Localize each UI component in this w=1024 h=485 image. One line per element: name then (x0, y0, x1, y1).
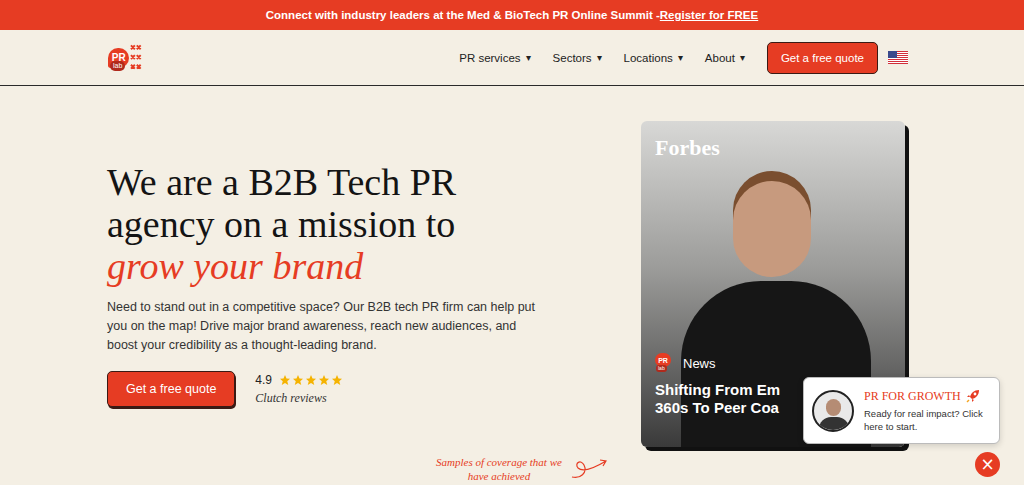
rating-source: Clutch reviews (255, 391, 343, 406)
banner-text: Connect with industry leaders at the Med… (266, 9, 660, 21)
star-icon (279, 374, 291, 386)
headline-highlight: grow your brand (107, 245, 567, 287)
hero-quote-button[interactable]: Get a free quote (107, 371, 235, 407)
chat-message: Ready for real impact? Click here to sta… (864, 407, 991, 433)
caret-icon: ▾ (526, 52, 531, 63)
nav-item[interactable]: Locations▾ (624, 52, 683, 64)
card-tag: PRlabNews (655, 353, 891, 373)
hero-headline: We are a B2B Tech PRagency on a mission … (107, 161, 567, 287)
navbar: PRlab PR services▾ Sectors▾ Locations▾ About… (0, 30, 1024, 86)
crosses-icon (130, 44, 142, 72)
page: Connect with industry leaders at the Med… (0, 0, 1024, 485)
coverage-caption: Samples of coverage that wehave achieved (0, 447, 1024, 483)
chat-title: PR FOR GROWTH (864, 388, 991, 404)
nav-item[interactable]: Sectors▾ (553, 52, 602, 64)
rating-score: 4.9 (255, 373, 272, 387)
logo-sub: lab (110, 61, 125, 71)
register-link[interactable]: Register for FREE (660, 9, 758, 21)
logo[interactable]: PRlab (108, 42, 142, 74)
avatar (812, 390, 854, 432)
rating[interactable]: 4.9 Clutch reviews (255, 373, 343, 406)
outlet-name: Forbes (655, 135, 891, 161)
nav-menu: PR services▾ Sectors▾ Locations▾ About▾ Get … (459, 42, 908, 74)
hero-description: Need to stand out in a competitive space… (107, 298, 547, 355)
us-flag-icon[interactable] (888, 51, 908, 64)
chat-popup[interactable]: PR FOR GROWTH Ready for real impact? Clic… (803, 377, 1000, 444)
announcement-banner: Connect with industry leaders at the Med… (0, 0, 1024, 30)
star-icon (292, 374, 304, 386)
quote-button[interactable]: Get a free quote (767, 42, 878, 74)
mini-logo: PRlab (655, 353, 677, 373)
caret-icon: ▾ (740, 52, 745, 63)
star-icon (318, 374, 330, 386)
caret-icon: ▾ (597, 52, 602, 63)
star-icon (331, 374, 343, 386)
rocket-icon (965, 388, 981, 404)
nav-item[interactable]: About▾ (705, 52, 745, 64)
nav-item[interactable]: PR services▾ (459, 52, 530, 64)
cta-row: Get a free quote 4.9 Clutch reviews (107, 371, 567, 407)
star-icon (305, 374, 317, 386)
close-chat-button[interactable]: × (975, 452, 1000, 477)
curly-arrow-icon (570, 455, 610, 481)
hero-content: We are a B2B Tech PRagency on a mission … (107, 121, 567, 447)
caret-icon: ▾ (678, 52, 683, 63)
